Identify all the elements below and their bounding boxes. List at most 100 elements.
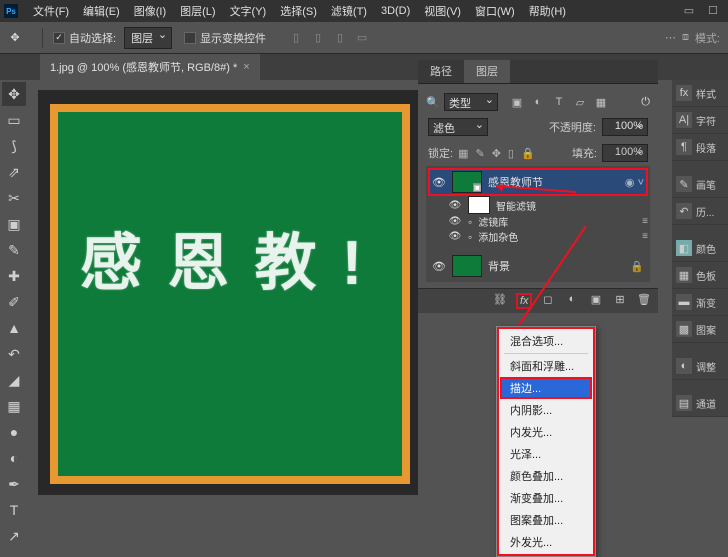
fx-stroke[interactable]: 描边... bbox=[500, 377, 592, 399]
menu-help[interactable]: 帮助(H) bbox=[522, 3, 573, 19]
mask-icon[interactable]: ◻ bbox=[540, 293, 556, 309]
align-top-icon[interactable]: ▭ bbox=[354, 30, 370, 46]
opacity-value[interactable]: 100% bbox=[602, 118, 648, 136]
lock-all-icon[interactable]: 🔒 bbox=[521, 147, 535, 160]
smart-filters-row[interactable]: 👁 智能滤镜 bbox=[428, 196, 648, 214]
visibility-icon[interactable]: 👁 bbox=[432, 260, 446, 273]
wand-tool[interactable]: ⇗ bbox=[2, 160, 26, 184]
crop-tool[interactable]: ✂ bbox=[2, 186, 26, 210]
lock-icon[interactable]: 🔒 bbox=[630, 260, 644, 273]
filter-pixel-icon[interactable]: ▣ bbox=[510, 96, 524, 109]
fx-blending-options[interactable]: 混合选项... bbox=[500, 330, 592, 352]
panel-styles[interactable]: fx样式 bbox=[672, 80, 728, 107]
filter-settings-icon[interactable]: ≡ bbox=[642, 231, 648, 242]
filter-text-icon[interactable]: T bbox=[552, 96, 566, 109]
fx-satin[interactable]: 光泽... bbox=[500, 443, 592, 465]
fx-inner-glow[interactable]: 内发光... bbox=[500, 421, 592, 443]
path-tool[interactable]: ↗ bbox=[2, 524, 26, 548]
panel-brushes[interactable]: ✎画笔 bbox=[672, 171, 728, 198]
fill-value[interactable]: 100% bbox=[602, 144, 648, 162]
smart-filter-mask[interactable] bbox=[468, 196, 490, 214]
panel-adjustments[interactable]: ◐调整 bbox=[672, 353, 728, 380]
panel-patterns[interactable]: ▩图案 bbox=[672, 316, 728, 343]
auto-select-checkbox[interactable] bbox=[53, 32, 65, 44]
heal-tool[interactable]: ✚ bbox=[2, 264, 26, 288]
frame-tool[interactable]: ▣ bbox=[2, 212, 26, 236]
show-transform-checkbox[interactable] bbox=[184, 32, 196, 44]
brush-tool[interactable]: ✐ bbox=[2, 290, 26, 314]
blend-mode-dropdown[interactable]: 滤色 bbox=[428, 118, 488, 136]
menu-edit[interactable]: 编辑(E) bbox=[76, 3, 127, 19]
3d-mode-icon[interactable]: ⧈ bbox=[682, 31, 689, 44]
filter-settings-icon[interactable]: ≡ bbox=[642, 216, 648, 227]
eyedropper-tool[interactable]: ✎ bbox=[2, 238, 26, 262]
fx-button[interactable]: fx bbox=[516, 293, 532, 309]
align-left-icon[interactable]: ▯ bbox=[288, 30, 304, 46]
search-icon[interactable]: 🔍 bbox=[426, 96, 438, 108]
menu-image[interactable]: 图像(I) bbox=[127, 3, 173, 19]
fx-inner-shadow[interactable]: 内阴影... bbox=[500, 399, 592, 421]
panel-history[interactable]: ↶历... bbox=[672, 198, 728, 225]
blur-tool[interactable]: ● bbox=[2, 420, 26, 444]
visibility-icon[interactable]: 👁 bbox=[448, 216, 462, 227]
align-right-icon[interactable]: ▯ bbox=[332, 30, 348, 46]
filter-gallery-row[interactable]: 👁 ◦ 滤镜库 ≡ bbox=[428, 214, 648, 229]
fx-bevel-emboss[interactable]: 斜面和浮雕... bbox=[500, 355, 592, 377]
lock-brush-icon[interactable]: ✎ bbox=[475, 147, 484, 160]
filter-adjust-icon[interactable]: ◐ bbox=[531, 96, 545, 109]
fx-color-overlay[interactable]: 颜色叠加... bbox=[500, 465, 592, 487]
pen-tool[interactable]: ✒ bbox=[2, 472, 26, 496]
stamp-tool[interactable]: ▲ bbox=[2, 316, 26, 340]
minimize-icon[interactable]: ▭ bbox=[682, 3, 696, 17]
dots-icon[interactable]: ⋯ bbox=[665, 31, 676, 44]
lasso-tool[interactable]: ⟆ bbox=[2, 134, 26, 158]
fx-pattern-overlay[interactable]: 图案叠加... bbox=[500, 509, 592, 531]
group-icon[interactable]: ▣ bbox=[588, 293, 604, 309]
align-center-icon[interactable]: ▯ bbox=[310, 30, 326, 46]
panel-color[interactable]: ◧颜色 bbox=[672, 235, 728, 262]
lock-pixels-icon[interactable]: ▦ bbox=[458, 147, 468, 160]
filter-toggle-icon[interactable]: ⏻ bbox=[641, 96, 650, 109]
adjustment-icon[interactable]: ◐ bbox=[564, 293, 580, 309]
layer-thumbnail[interactable] bbox=[452, 171, 482, 193]
close-icon[interactable]: × bbox=[243, 61, 249, 73]
filter-smart-icon[interactable]: ▦ bbox=[594, 96, 608, 109]
fx-outer-glow[interactable]: 外发光... bbox=[500, 531, 592, 553]
panel-paragraph[interactable]: ¶段落 bbox=[672, 134, 728, 161]
panel-tab-layers[interactable]: 图层 bbox=[464, 60, 510, 83]
document-tab[interactable]: 1.jpg @ 100% (感恩教师节, RGB/8#) * × bbox=[40, 54, 260, 80]
gradient-tool[interactable]: ▦ bbox=[2, 394, 26, 418]
layer-thumbnail[interactable] bbox=[452, 255, 482, 277]
layer-selected[interactable]: 👁 感恩教师节 ◉ ˅ bbox=[428, 168, 648, 196]
menu-window[interactable]: 窗口(W) bbox=[468, 3, 522, 19]
panel-channels[interactable]: ▤通道 bbox=[672, 390, 728, 417]
auto-select-dropdown[interactable]: 图层 bbox=[124, 27, 172, 49]
panel-character[interactable]: A|字符 bbox=[672, 107, 728, 134]
menu-3d[interactable]: 3D(D) bbox=[374, 5, 417, 17]
visibility-icon[interactable]: 👁 bbox=[432, 176, 446, 189]
eraser-tool[interactable]: ◢ bbox=[2, 368, 26, 392]
canvas[interactable]: 感 恩 教 ! bbox=[50, 104, 410, 484]
menu-select[interactable]: 选择(S) bbox=[273, 3, 324, 19]
panel-tab-paths[interactable]: 路径 bbox=[418, 60, 464, 83]
background-layer[interactable]: 👁 背景 🔒 bbox=[428, 252, 648, 280]
panel-swatches[interactable]: ▦色板 bbox=[672, 262, 728, 289]
add-noise-row[interactable]: 👁 ◦ 添加杂色 ≡ bbox=[428, 229, 648, 244]
panel-gradients[interactable]: ▬渐变 bbox=[672, 289, 728, 316]
maximize-icon[interactable]: ☐ bbox=[706, 3, 720, 17]
link-layers-icon[interactable]: ⛓ bbox=[492, 293, 508, 309]
visibility-icon[interactable]: 👁 bbox=[448, 231, 462, 242]
move-tool[interactable]: ✥ bbox=[2, 82, 26, 106]
dodge-tool[interactable]: ◐ bbox=[2, 446, 26, 470]
fx-gradient-overlay[interactable]: 渐变叠加... bbox=[500, 487, 592, 509]
menu-file[interactable]: 文件(F) bbox=[26, 3, 76, 19]
visibility-icon[interactable]: 👁 bbox=[448, 200, 462, 211]
menu-text[interactable]: 文字(Y) bbox=[223, 3, 274, 19]
marquee-tool[interactable]: ▭ bbox=[2, 108, 26, 132]
menu-view[interactable]: 视图(V) bbox=[417, 3, 468, 19]
delete-icon[interactable]: 🗑 bbox=[636, 293, 652, 309]
lock-position-icon[interactable]: ✥ bbox=[492, 147, 501, 160]
menu-filter[interactable]: 滤镜(T) bbox=[324, 3, 374, 19]
filter-shape-icon[interactable]: ▱ bbox=[573, 96, 587, 109]
lock-artboard-icon[interactable]: ▯ bbox=[508, 147, 514, 160]
